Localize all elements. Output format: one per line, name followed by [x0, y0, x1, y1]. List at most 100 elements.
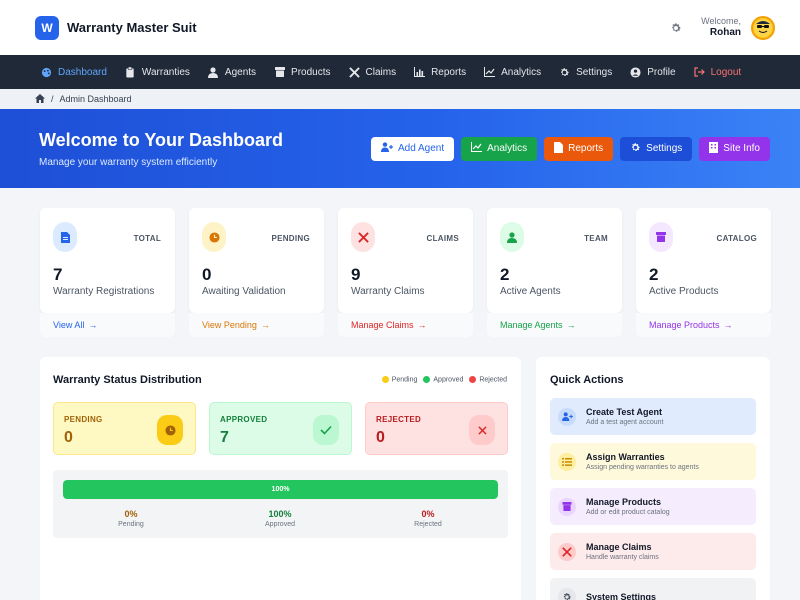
user-plus-icon: [558, 407, 576, 426]
document-icon: [53, 222, 77, 252]
nav-warranties[interactable]: Warranties: [117, 55, 200, 89]
tools-icon: [348, 66, 360, 78]
hero-title: Welcome to Your Dashboard: [39, 129, 284, 150]
top-header: W Warranty Master Suit Welcome, Rohan: [0, 0, 800, 55]
home-icon[interactable]: [35, 93, 45, 105]
quick-action-manage-claims[interactable]: Manage Claims Handle warranty claims: [550, 533, 756, 570]
pending-percent: 0% Pending: [91, 509, 171, 528]
quick-action-desc: Assign pending warranties to agents: [586, 464, 699, 471]
rejected-box: REJECTED 0: [365, 402, 508, 455]
stat-value: 2: [649, 265, 659, 284]
quick-actions-panel: Quick Actions Create Test Agent Add a tes…: [536, 357, 770, 600]
quick-action-manage-products[interactable]: Manage Products Add or edit product catal…: [550, 488, 756, 525]
stat-tag: CLAIMS: [426, 234, 459, 243]
quick-action-create-test-agent[interactable]: Create Test Agent Add a test agent accoun…: [550, 398, 756, 435]
approved-box-label: APPROVED: [220, 415, 268, 424]
user-plus-icon: [380, 142, 393, 155]
analytics-button[interactable]: Analytics: [461, 136, 538, 161]
view-all-link[interactable]: View All →: [53, 320, 97, 330]
clock-icon: [202, 222, 226, 252]
legend: Pending Approved Rejected: [381, 376, 507, 383]
approved-percent-label: Approved: [265, 521, 295, 528]
link-text: View All: [53, 320, 85, 330]
avatar[interactable]: [751, 15, 775, 40]
nav-profile[interactable]: Profile: [622, 55, 685, 89]
arrow-right-icon: →: [723, 320, 733, 330]
reports-button[interactable]: Reports: [544, 136, 614, 161]
pending-box-label: PENDING: [64, 415, 103, 424]
clipboard-icon: [125, 66, 136, 78]
add-agent-button[interactable]: Add Agent: [370, 136, 455, 161]
link-text: Manage Claims: [351, 320, 414, 330]
progress-fill: 100%: [63, 480, 498, 499]
stat-label: Active Products: [649, 286, 719, 297]
stat-label: Warranty Registrations: [53, 286, 155, 297]
stat-value: 0: [202, 265, 212, 284]
manage-products-link[interactable]: Manage Products →: [649, 320, 733, 330]
nav-reports[interactable]: Reports: [406, 55, 476, 89]
quick-action-assign-warranties[interactable]: Assign Warranties Assign pending warranti…: [550, 443, 756, 480]
nav-analytics[interactable]: Analytics: [476, 55, 551, 89]
hero-banner: Welcome to Your Dashboard Manage your wa…: [0, 109, 800, 188]
stat-tag: TEAM: [584, 234, 608, 243]
welcome-text: Welcome,: [701, 16, 741, 27]
nav-label: Reports: [431, 66, 467, 78]
nav-label: Claims: [365, 66, 397, 78]
nav-logout[interactable]: Logout: [686, 55, 752, 89]
brand[interactable]: W Warranty Master Suit: [35, 15, 197, 40]
approved-box: APPROVED 7: [209, 402, 352, 455]
view-pending-link[interactable]: View Pending →: [202, 320, 270, 330]
nav-claims[interactable]: Claims: [341, 55, 407, 89]
nav-products[interactable]: Products: [266, 55, 340, 89]
nav-dashboard[interactable]: Dashboard: [33, 55, 117, 89]
stat-value: 9: [351, 265, 361, 284]
link-text: Manage Products: [649, 320, 720, 330]
nav-label: Agents: [224, 66, 257, 78]
settings-label: Settings: [646, 143, 683, 154]
manage-claims-link[interactable]: Manage Claims →: [351, 320, 427, 330]
user-circle-icon: [630, 66, 641, 78]
rejected-percent-label: Rejected: [414, 521, 442, 528]
bar-chart-icon: [414, 67, 426, 78]
breadcrumb-separator: /: [51, 94, 54, 104]
site-info-label: Site Info: [723, 143, 760, 154]
user-icon: [208, 66, 219, 78]
add-agent-label: Add Agent: [397, 143, 445, 154]
settings-button[interactable]: Settings: [620, 136, 693, 161]
nav-label: Dashboard: [58, 66, 107, 78]
nav-label: Profile: [647, 66, 676, 78]
nav-settings[interactable]: Settings: [551, 55, 622, 89]
box-icon: [649, 222, 673, 252]
site-info-button[interactable]: Site Info: [699, 136, 770, 161]
stats-row: TOTAL 7 Warranty Registrations View All …: [40, 208, 771, 337]
stat-value: 2: [500, 265, 510, 284]
panel-title: Quick Actions: [550, 374, 624, 386]
quick-action-system-settings[interactable]: System Settings: [550, 578, 756, 600]
arrow-right-icon: →: [260, 320, 270, 330]
clock-icon: [157, 415, 183, 445]
panel-title: Warranty Status Distribution: [53, 374, 202, 386]
hero-actions: Add Agent Analytics Reports Settings Sit…: [370, 136, 770, 161]
app-logo: W: [35, 15, 59, 40]
main-nav: Dashboard Warranties Agents Products Cla…: [0, 55, 800, 89]
quick-action-name: Assign Warranties: [586, 452, 665, 462]
nav-agents[interactable]: Agents: [200, 55, 266, 89]
breadcrumb-current: Admin Dashboard: [59, 94, 132, 104]
hero-text: Welcome to Your Dashboard Manage your wa…: [39, 130, 283, 168]
gear-icon: [559, 67, 570, 78]
line-chart-icon: [484, 67, 496, 78]
list-icon: [558, 452, 576, 471]
hero-subtitle: Manage your warranty system efficiently: [39, 156, 218, 168]
quick-action-desc: Add a test agent account: [586, 419, 664, 426]
user-area: Welcome, Rohan: [669, 15, 775, 40]
nav-label: Logout: [710, 66, 742, 78]
manage-agents-link[interactable]: Manage Agents →: [500, 320, 576, 330]
logout-icon: [694, 67, 705, 78]
gear-icon[interactable]: [669, 21, 683, 35]
rejected-box-label: REJECTED: [376, 415, 422, 424]
quick-action-name: System Settings: [586, 591, 657, 600]
arrow-right-icon: →: [566, 320, 576, 330]
stat-card-catalog: CATALOG 2 Active Products Manage Product…: [636, 208, 771, 337]
rejected-percent: 0% Rejected: [388, 509, 468, 528]
quick-action-desc: Handle warranty claims: [586, 554, 659, 561]
